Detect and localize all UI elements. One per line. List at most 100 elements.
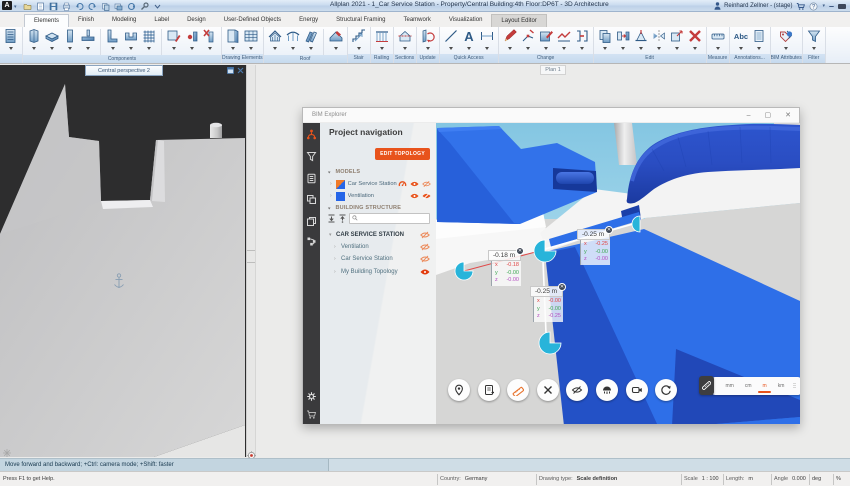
help-caret-icon[interactable]: ▾ <box>822 3 825 9</box>
eye-off-icon[interactable] <box>420 231 430 239</box>
viewport-central-perspective[interactable]: Central perspective 2 <box>0 65 246 457</box>
ribbon-tool-update-walls[interactable] <box>420 28 436 50</box>
measure-label-close-icon[interactable]: ✕ <box>516 247 524 255</box>
sidebar-report-list-button[interactable] <box>306 173 317 184</box>
ribbon-tool-move-to[interactable] <box>615 28 631 50</box>
window-edge-button[interactable] <box>838 4 846 9</box>
tree-caret-icon[interactable]: ▾ <box>329 232 333 238</box>
tree-label[interactable]: Ventilation <box>341 244 420 250</box>
viewport-restore-icon[interactable] <box>227 67 234 74</box>
tool-caret-icon[interactable] <box>812 47 816 50</box>
ribbon-tool-delete-wall[interactable] <box>202 28 218 50</box>
scene-video-camera-button[interactable] <box>626 379 648 401</box>
scene-walk-mode-button[interactable] <box>596 379 618 401</box>
tool-caret-icon[interactable] <box>380 47 384 50</box>
bim-3d-scene[interactable]: -0.18 m✕x-0.18y-0.00z-0.00-0.25 m✕x-0.25… <box>436 123 800 424</box>
dialog-title-bar[interactable]: BIM Explorer – ▢ ✕ <box>303 108 799 123</box>
ribbon-tab-visualization[interactable]: Visualization <box>440 14 492 27</box>
collapse-all-icon[interactable] <box>327 214 336 223</box>
ribbon-tool-window-edit[interactable] <box>166 28 182 50</box>
ribbon-tool-roof-covering[interactable] <box>328 28 344 50</box>
tool-caret-icon[interactable] <box>147 47 151 50</box>
qat-wrench-button[interactable] <box>139 2 149 11</box>
ribbon-tool-door-opening[interactable] <box>225 28 241 50</box>
unit-option-cm[interactable]: cm <box>739 383 757 389</box>
tool-caret-icon[interactable] <box>231 47 235 50</box>
tool-caret-icon[interactable] <box>693 47 697 50</box>
viewport-scrollbar[interactable] <box>246 65 256 457</box>
tool-caret-icon[interactable] <box>111 47 115 50</box>
tool-caret-icon[interactable] <box>68 47 72 50</box>
tool-caret-icon[interactable] <box>426 47 430 50</box>
tree-row[interactable]: ›My Building Topology <box>320 266 436 278</box>
ribbon-tool-text-a[interactable] <box>461 28 477 50</box>
tool-caret-icon[interactable] <box>562 47 566 50</box>
tool-caret-icon[interactable] <box>757 47 761 50</box>
ribbon-tool-copy[interactable] <box>597 28 613 50</box>
ribbon-tool-beam-red[interactable] <box>574 28 590 50</box>
tree-label[interactable]: CAR SERVICE STATION <box>336 232 420 238</box>
tool-caret-icon[interactable] <box>716 47 720 50</box>
ribbon-tab-teamwork[interactable]: Teamwork <box>395 14 440 27</box>
tool-caret-icon[interactable] <box>485 47 489 50</box>
tool-caret-icon[interactable] <box>639 47 643 50</box>
tool-caret-icon[interactable] <box>249 47 253 50</box>
qat-refresh-view-button[interactable] <box>126 2 136 11</box>
tree-label[interactable]: Car Service Station <box>341 256 420 262</box>
tool-caret-icon[interactable] <box>190 47 194 50</box>
tool-caret-icon[interactable] <box>86 47 90 50</box>
tree-row[interactable]: ›Car Service Station <box>320 253 436 265</box>
sidebar-project-structure-button[interactable] <box>306 129 317 140</box>
ribbon-tool-abc[interactable] <box>733 28 749 50</box>
logo-caret-icon[interactable]: ▾ <box>14 4 17 10</box>
tree-row[interactable]: ›Ventilation <box>320 241 436 253</box>
qat-copy-clipboard-button[interactable] <box>100 2 110 11</box>
model-label[interactable]: Ventilation <box>348 193 410 199</box>
tool-caret-icon[interactable] <box>208 47 212 50</box>
tool-caret-icon[interactable] <box>172 47 176 50</box>
eye-filled-icon[interactable] <box>410 180 419 188</box>
tool-caret-icon[interactable] <box>32 47 36 50</box>
unit-option-m[interactable]: m <box>757 383 772 389</box>
sidebar-copy-sheets-button[interactable] <box>306 194 317 205</box>
tool-caret-icon[interactable] <box>657 47 661 50</box>
scene-location-pin-button[interactable] <box>448 379 470 401</box>
ribbon-tool-funnel-blue[interactable] <box>806 28 822 50</box>
sidebar-gear-button[interactable] <box>306 391 317 402</box>
ribbon-tool-dimension[interactable] <box>479 28 495 50</box>
qat-redo-button[interactable] <box>87 2 97 11</box>
sidebar-filter-funnel-button[interactable] <box>306 151 317 162</box>
allplan-logo-icon[interactable]: A <box>2 1 12 10</box>
models-section-header[interactable]: ▼ MODELS <box>320 167 436 177</box>
ribbon-tab-finish[interactable]: Finish <box>69 14 103 27</box>
ribbon-tool-building[interactable] <box>3 28 19 50</box>
ribbon-tab-elements[interactable]: Elements <box>24 14 69 27</box>
ribbon-tool-canopy[interactable] <box>285 28 301 50</box>
ribbon-tool-facade[interactable] <box>243 28 259 50</box>
model-row[interactable]: ›Car Service Station <box>320 178 436 190</box>
tool-caret-icon[interactable] <box>508 47 512 50</box>
scene-report-add-button[interactable] <box>478 379 500 401</box>
eye-filled-icon[interactable] <box>410 192 419 200</box>
viewport-close-icon[interactable] <box>237 67 244 74</box>
ribbon-tool-stair[interactable] <box>351 28 367 50</box>
viewport-3d-canvas[interactable] <box>0 65 246 457</box>
row-expand-icon[interactable]: › <box>330 193 332 199</box>
tool-caret-icon[interactable] <box>334 47 338 50</box>
user-account[interactable]: Reinhard Zellner - (stage) <box>714 2 792 10</box>
tool-caret-icon[interactable] <box>291 47 295 50</box>
sync-icon[interactable] <box>398 180 407 188</box>
ribbon-tool-column[interactable] <box>62 28 78 50</box>
qat-new-document-button[interactable] <box>35 2 45 11</box>
ribbon-tool-wall[interactable] <box>26 28 42 50</box>
unit-option-km[interactable]: km <box>772 383 790 389</box>
ribbon-tool-foundation[interactable] <box>80 28 96 50</box>
ribbon-tool-roof-tiles[interactable] <box>303 28 319 50</box>
ribbon-tab-energy[interactable]: Energy <box>290 14 327 27</box>
tree-row[interactable]: ▾CAR SERVICE STATION <box>320 229 436 241</box>
ribbon-tool-pencil-red[interactable] <box>502 28 518 50</box>
qat-undo-button[interactable] <box>74 2 84 11</box>
tool-caret-icon[interactable] <box>273 47 277 50</box>
ribbon-tool-recess[interactable] <box>123 28 139 50</box>
dialog-minimize-button[interactable]: – <box>747 112 751 119</box>
